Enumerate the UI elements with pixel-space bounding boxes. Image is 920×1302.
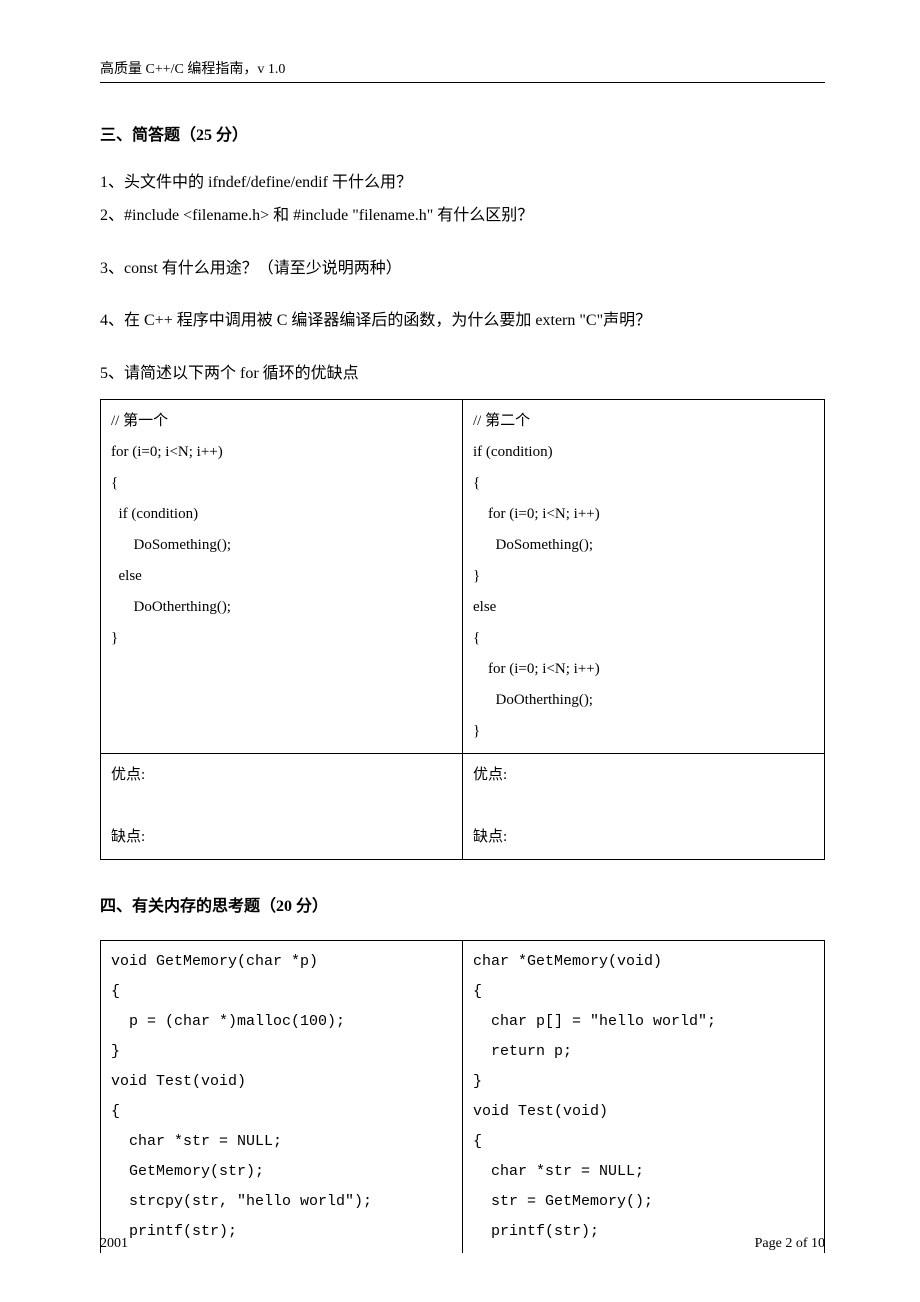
code1-right: // 第二个 if (condition) { for (i=0; i<N; i… [473, 413, 600, 739]
footer-right: Page 2 of 10 [755, 1236, 825, 1252]
code-table-2: void GetMemory(char *p) { p = (char *)ma… [100, 940, 825, 1253]
section4-title: 四、有关内存的思考题（20 分） [100, 892, 825, 916]
code-cell-2-left: void GetMemory(char *p) { p = (char *)ma… [101, 940, 463, 1253]
code-cell-2-right: char *GetMemory(void) { char p[] = "hell… [463, 940, 825, 1253]
footer-left: 2001 [100, 1236, 128, 1252]
code1-right2: 优点: 缺点: [473, 767, 507, 845]
q3: 3、const 有什么用途？（请至少说明两种） [100, 255, 825, 284]
code-cell-1-right: // 第二个 if (condition) { for (i=0; i<N; i… [463, 399, 825, 753]
q1: 1、头文件中的 ifndef/define/endif 干什么用？ [100, 169, 825, 198]
code-cell-1-left: // 第一个 for (i=0; i<N; i++) { if (conditi… [101, 399, 463, 753]
code2-left: void GetMemory(char *p) { p = (char *)ma… [111, 953, 372, 1240]
q5: 5、请简述以下两个 for 循环的优缺点 [100, 360, 825, 389]
code-table-1: // 第一个 for (i=0; i<N; i++) { if (conditi… [100, 399, 825, 860]
doc-footer: 2001 Page 2 of 10 [100, 1236, 825, 1252]
code-cell-1-left2: 优点: 缺点: [101, 753, 463, 859]
code1-left: // 第一个 for (i=0; i<N; i++) { if (conditi… [111, 413, 231, 646]
code2-right: char *GetMemory(void) { char p[] = "hell… [473, 953, 716, 1240]
q4: 4、在 C++ 程序中调用被 C 编译器编译后的函数，为什么要加 extern … [100, 307, 825, 336]
q2: 2、#include <filename.h> 和 #include "file… [100, 202, 825, 231]
code-cell-1-right2: 优点: 缺点: [463, 753, 825, 859]
doc-header: 高质量 C++/C 编程指南，v 1.0 [100, 58, 825, 83]
section3-title: 三、简答题（25 分） [100, 121, 825, 145]
code1-left2: 优点: 缺点: [111, 767, 145, 845]
